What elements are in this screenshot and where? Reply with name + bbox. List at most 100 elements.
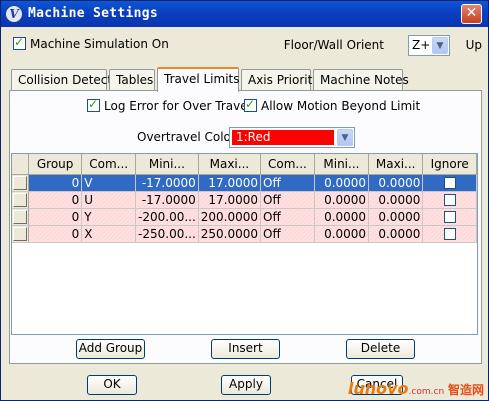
watermark-site: .com.cn xyxy=(408,387,445,397)
travel-limits-table: Group Com... Mini... Maxi... Com... Mini… xyxy=(11,153,478,335)
log-error-label: Log Error for Over Travel xyxy=(104,99,251,113)
window-title: Machine Settings xyxy=(28,6,159,21)
tab-label: Travel Limits xyxy=(164,72,240,86)
orient-select[interactable]: Z+ ▼ xyxy=(408,35,450,56)
row-header[interactable] xyxy=(12,225,30,243)
tab-machine-notes[interactable]: Machine Notes xyxy=(313,69,409,91)
cell-com2[interactable]: Off xyxy=(260,225,315,243)
tab-label: Collision Detect xyxy=(18,73,113,87)
ignore-checkbox[interactable] xyxy=(443,194,456,206)
insert-button[interactable]: Insert xyxy=(211,339,280,359)
chevron-down-icon[interactable]: ▼ xyxy=(432,37,448,54)
tab-label: Tables xyxy=(116,73,154,87)
chevron-down-icon[interactable]: ▼ xyxy=(337,129,353,146)
allow-motion-checkbox[interactable] xyxy=(244,97,257,112)
tab-tables[interactable]: Tables xyxy=(109,69,155,91)
cell-com1[interactable]: X xyxy=(81,225,137,243)
table-row[interactable]: 0 V -17.0000 17.0000 Off 0.0000 0.0000 xyxy=(12,174,477,192)
cell-group[interactable]: 0 xyxy=(28,191,83,209)
table-row[interactable]: 0 U -17.0000 17.0000 Off 0.0000 0.0000 xyxy=(12,191,477,209)
row-header[interactable] xyxy=(12,174,30,192)
watermark-cn: 智造网 xyxy=(447,383,484,397)
cell-min1[interactable]: -200.00... xyxy=(135,208,199,226)
cell-min1[interactable]: -17.0000 xyxy=(135,191,199,209)
ignore-checkbox[interactable] xyxy=(443,211,456,223)
cell-group[interactable]: 0 xyxy=(28,174,83,192)
tab-travel-limits[interactable]: Travel Limits xyxy=(157,67,240,92)
allow-motion-option[interactable]: Allow Motion Beyond Limit xyxy=(244,97,421,113)
tab-label: Machine Notes xyxy=(320,73,409,87)
cell-max1[interactable]: 17.0000 xyxy=(198,191,262,209)
cell-com2[interactable]: Off xyxy=(260,208,315,226)
cell-ignore[interactable] xyxy=(422,174,477,192)
overtravel-color-label: Overtravel Color xyxy=(137,130,236,144)
cell-com1[interactable]: Y xyxy=(81,208,137,226)
machine-settings-window: V Machine Settings ✕ Machine Simulation … xyxy=(0,0,489,401)
column-header-max[interactable]: Maxi... xyxy=(198,154,262,175)
cell-group[interactable]: 0 xyxy=(28,208,83,226)
machine-simulation-label: Machine Simulation On xyxy=(30,37,169,51)
delete-button[interactable]: Delete xyxy=(346,339,415,359)
up-label: Up xyxy=(465,38,482,52)
column-header-min-2[interactable]: Mini... xyxy=(314,154,370,175)
cell-ignore[interactable] xyxy=(422,208,477,226)
tab-collision-detect[interactable]: Collision Detect xyxy=(11,69,112,91)
apply-button[interactable]: Apply xyxy=(221,375,271,395)
row-header-button[interactable] xyxy=(13,192,27,207)
cell-com1[interactable]: U xyxy=(81,191,137,209)
cell-com2[interactable]: Off xyxy=(260,191,315,209)
cell-ignore[interactable] xyxy=(422,191,477,209)
row-header-button[interactable] xyxy=(13,226,27,241)
column-header-com[interactable]: Com... xyxy=(81,154,137,175)
cell-ignore[interactable] xyxy=(422,225,477,243)
add-group-button[interactable]: Add Group xyxy=(76,339,145,359)
column-header-min[interactable]: Mini... xyxy=(135,154,199,175)
orient-select-value: Z+ xyxy=(412,38,431,52)
floor-wall-orient-label: Floor/Wall Orient xyxy=(283,38,384,52)
cell-min2[interactable]: 0.0000 xyxy=(314,174,370,192)
allow-motion-label: Allow Motion Beyond Limit xyxy=(261,99,421,113)
cell-max1[interactable]: 200.0000 xyxy=(198,208,262,226)
log-error-option[interactable]: Log Error for Over Travel xyxy=(87,97,251,113)
cell-min2[interactable]: 0.0000 xyxy=(314,208,370,226)
close-button[interactable]: ✕ xyxy=(461,4,482,24)
cell-min1[interactable]: -17.0000 xyxy=(135,174,199,192)
watermark: lunovo.com.cn 智造网 xyxy=(348,379,484,398)
column-header-group[interactable]: Group xyxy=(28,154,83,175)
row-header[interactable] xyxy=(12,191,30,209)
overtravel-color-value: 1:Red xyxy=(236,130,271,144)
row-header-button[interactable] xyxy=(13,175,27,190)
ignore-checkbox[interactable] xyxy=(443,177,456,189)
machine-simulation-checkbox[interactable] xyxy=(13,35,26,50)
tab-axis-priority[interactable]: Axis Priority xyxy=(241,69,319,91)
machine-simulation-toggle[interactable]: Machine Simulation On xyxy=(13,35,169,51)
column-header-ignore[interactable]: Ignore xyxy=(422,154,477,175)
watermark-brand: lunovo xyxy=(347,379,409,398)
cell-min2[interactable]: 0.0000 xyxy=(314,225,370,243)
cell-max2[interactable]: 0.0000 xyxy=(368,225,424,243)
cell-min2[interactable]: 0.0000 xyxy=(314,191,370,209)
table-header-row: Group Com... Mini... Maxi... Com... Mini… xyxy=(12,154,477,175)
cell-com1[interactable]: V xyxy=(81,174,137,192)
cell-com2[interactable]: Off xyxy=(260,174,315,192)
cell-max2[interactable]: 0.0000 xyxy=(368,191,424,209)
log-error-checkbox[interactable] xyxy=(87,97,100,112)
overtravel-color-select[interactable]: 1:Red ▼ xyxy=(229,127,355,148)
table-row[interactable]: 0 X -250.00... 250.0000 Off 0.0000 0.0000 xyxy=(12,225,477,243)
ok-button[interactable]: OK xyxy=(87,375,137,395)
column-header-max-2[interactable]: Maxi... xyxy=(368,154,424,175)
title-bar[interactable]: V Machine Settings ✕ xyxy=(1,1,488,27)
cell-max1[interactable]: 17.0000 xyxy=(198,174,262,192)
table-row[interactable]: 0 Y -200.00... 200.0000 Off 0.0000 0.0000 xyxy=(12,208,477,226)
row-header-button[interactable] xyxy=(13,209,27,224)
ignore-checkbox[interactable] xyxy=(443,228,456,240)
column-header-com-2[interactable]: Com... xyxy=(260,154,315,175)
cell-max2[interactable]: 0.0000 xyxy=(368,208,424,226)
row-header[interactable] xyxy=(12,208,30,226)
cell-max1[interactable]: 250.0000 xyxy=(198,225,262,243)
cell-group[interactable]: 0 xyxy=(28,225,83,243)
row-header-corner xyxy=(12,154,30,175)
cell-min1[interactable]: -250.00... xyxy=(135,225,199,243)
cell-max2[interactable]: 0.0000 xyxy=(368,174,424,192)
app-icon: V xyxy=(5,5,23,23)
